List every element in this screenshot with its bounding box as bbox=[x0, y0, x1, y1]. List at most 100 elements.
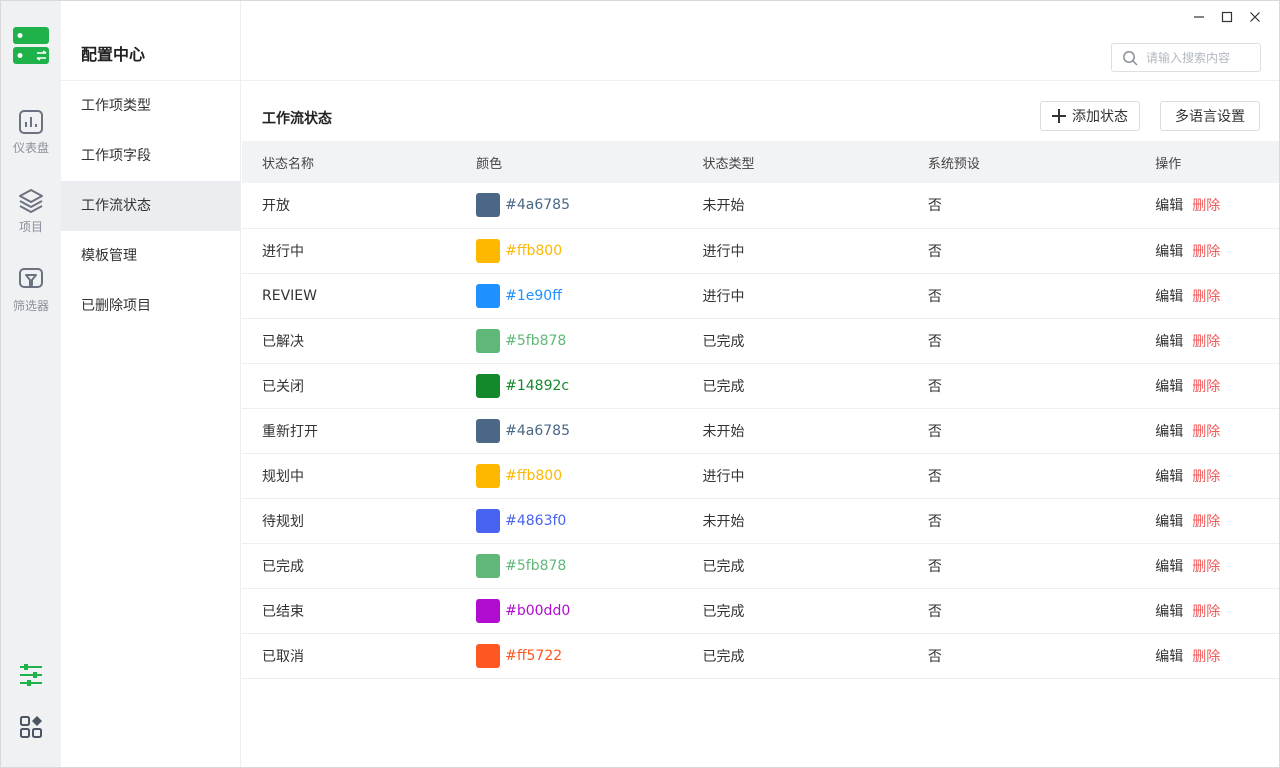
rail-item-projects[interactable]: 项目 bbox=[1, 187, 61, 235]
minimize-button[interactable] bbox=[1185, 7, 1213, 27]
table-row: 已取消 #ff5722 已完成 否 编辑 删除 bbox=[242, 633, 1279, 678]
status-name: 进行中 bbox=[262, 243, 304, 260]
maximize-button[interactable] bbox=[1213, 7, 1241, 27]
status-color-cell: #ffb800 bbox=[456, 453, 682, 498]
color-hex: #4863f0 bbox=[505, 512, 567, 529]
edit-link[interactable]: 编辑 bbox=[1155, 469, 1183, 485]
status-name: 开放 bbox=[262, 198, 290, 215]
delete-link[interactable]: 删除 bbox=[1192, 289, 1220, 305]
search-box bbox=[1111, 43, 1261, 72]
color-hex: #1e90ff bbox=[505, 287, 562, 304]
layers-icon bbox=[19, 189, 43, 213]
color-swatch bbox=[476, 553, 501, 578]
status-type: 已完成 bbox=[702, 603, 745, 620]
add-status-label: 添加状态 bbox=[1072, 109, 1128, 125]
status-type: 已完成 bbox=[702, 378, 745, 395]
system-preset: 否 bbox=[927, 468, 942, 485]
maximize-icon bbox=[1221, 11, 1233, 23]
status-type: 进行中 bbox=[702, 243, 745, 260]
edit-link[interactable]: 编辑 bbox=[1155, 649, 1183, 665]
rail-item-dashboard[interactable]: 仪表盘 bbox=[1, 108, 61, 156]
edit-link[interactable]: 编辑 bbox=[1155, 244, 1183, 260]
search-input[interactable] bbox=[1146, 50, 1256, 65]
status-type: 未开始 bbox=[702, 198, 745, 215]
table-row: 待规划 #4863f0 未开始 否 编辑 删除 bbox=[242, 498, 1279, 543]
multilang-settings-button[interactable]: 多语言设置 bbox=[1160, 101, 1260, 131]
row-actions: 编辑 删除 bbox=[1135, 588, 1279, 633]
status-color-cell: #ffb800 bbox=[456, 228, 682, 273]
status-color-cell: #4a6785 bbox=[456, 408, 682, 453]
rail-settings-button[interactable] bbox=[1, 661, 61, 691]
nav-item-workflow-status[interactable]: 工作流状态 bbox=[61, 181, 240, 231]
delete-link[interactable]: 删除 bbox=[1192, 604, 1220, 620]
color-swatch bbox=[476, 373, 501, 398]
status-name: 已完成 bbox=[262, 558, 304, 575]
edit-link[interactable]: 编辑 bbox=[1155, 198, 1183, 214]
edit-link[interactable]: 编辑 bbox=[1155, 289, 1183, 305]
close-button[interactable] bbox=[1241, 7, 1269, 27]
edit-link[interactable]: 编辑 bbox=[1155, 559, 1183, 575]
color-hex: #5fb878 bbox=[505, 557, 567, 574]
app-logo-icon bbox=[13, 27, 49, 64]
edit-link[interactable]: 编辑 bbox=[1155, 604, 1183, 620]
delete-link[interactable]: 删除 bbox=[1192, 198, 1220, 214]
nav-item-work-item-types[interactable]: 工作项类型 bbox=[61, 81, 240, 131]
row-actions: 编辑 删除 bbox=[1135, 633, 1279, 678]
delete-link[interactable]: 删除 bbox=[1192, 514, 1220, 530]
app-window: 仪表盘 项目 筛选器 配置中心 工作项类型 工作项字段 工作流状态 模板管理 已… bbox=[0, 0, 1280, 768]
row-actions: 编辑 删除 bbox=[1135, 498, 1279, 543]
color-swatch bbox=[476, 508, 501, 533]
status-color-cell: #1e90ff bbox=[456, 273, 682, 318]
delete-link[interactable]: 删除 bbox=[1192, 244, 1220, 260]
add-status-button[interactable]: 添加状态 bbox=[1040, 101, 1140, 131]
edit-link[interactable]: 编辑 bbox=[1155, 514, 1183, 530]
column-header-type: 状态类型 bbox=[702, 156, 755, 172]
edit-link[interactable]: 编辑 bbox=[1155, 334, 1183, 350]
rail-item-filters[interactable]: 筛选器 bbox=[1, 266, 61, 314]
config-nav-list: 工作项类型 工作项字段 工作流状态 模板管理 已删除项目 bbox=[61, 81, 240, 331]
delete-link[interactable]: 删除 bbox=[1192, 424, 1220, 440]
delete-link[interactable]: 删除 bbox=[1192, 649, 1220, 665]
status-color-cell: #14892c bbox=[456, 363, 682, 408]
apps-grid-icon bbox=[20, 716, 42, 738]
status-type: 进行中 bbox=[702, 288, 745, 305]
color-hex: #4a6785 bbox=[505, 422, 570, 439]
system-preset: 否 bbox=[927, 378, 942, 395]
nav-item-deleted-projects[interactable]: 已删除项目 bbox=[61, 281, 240, 331]
section-title: 工作流状态 bbox=[262, 111, 332, 127]
table-row: 重新打开 #4a6785 未开始 否 编辑 删除 bbox=[242, 408, 1279, 453]
status-color-cell: #4a6785 bbox=[456, 183, 682, 228]
system-preset: 否 bbox=[927, 288, 942, 305]
delete-link[interactable]: 删除 bbox=[1192, 379, 1220, 395]
edit-link[interactable]: 编辑 bbox=[1155, 379, 1183, 395]
status-color-cell: #5fb878 bbox=[456, 318, 682, 363]
nav-item-work-item-fields[interactable]: 工作项字段 bbox=[61, 131, 240, 181]
delete-link[interactable]: 删除 bbox=[1192, 559, 1220, 575]
row-actions: 编辑 删除 bbox=[1135, 363, 1279, 408]
nav-item-template-management[interactable]: 模板管理 bbox=[61, 231, 240, 281]
status-name: 规划中 bbox=[262, 468, 304, 485]
config-sidebar: 配置中心 工作项类型 工作项字段 工作流状态 模板管理 已删除项目 bbox=[61, 1, 241, 767]
color-hex: #ff5722 bbox=[505, 647, 563, 664]
color-swatch bbox=[476, 643, 501, 668]
color-swatch bbox=[476, 238, 501, 263]
edit-link[interactable]: 编辑 bbox=[1155, 424, 1183, 440]
system-preset: 否 bbox=[927, 333, 942, 350]
delete-link[interactable]: 删除 bbox=[1192, 334, 1220, 350]
system-preset: 否 bbox=[927, 603, 942, 620]
table-header-row: 状态名称 颜色 状态类型 系统预设 操作 bbox=[242, 141, 1279, 183]
rail-apps-button[interactable] bbox=[1, 713, 61, 743]
status-type: 已完成 bbox=[702, 558, 745, 575]
plus-icon bbox=[1052, 109, 1066, 123]
status-name: 已结束 bbox=[262, 603, 304, 620]
color-hex: #14892c bbox=[505, 377, 570, 394]
status-name: 已解决 bbox=[262, 333, 304, 350]
row-actions: 编辑 删除 bbox=[1135, 543, 1279, 588]
status-type: 已完成 bbox=[702, 648, 745, 665]
system-preset: 否 bbox=[927, 513, 942, 530]
table-row: 规划中 #ffb800 进行中 否 编辑 删除 bbox=[242, 453, 1279, 498]
column-header-preset: 系统预设 bbox=[927, 156, 980, 172]
delete-link[interactable]: 删除 bbox=[1192, 469, 1220, 485]
system-preset: 否 bbox=[927, 423, 942, 440]
rail-item-label: 项目 bbox=[18, 220, 43, 234]
